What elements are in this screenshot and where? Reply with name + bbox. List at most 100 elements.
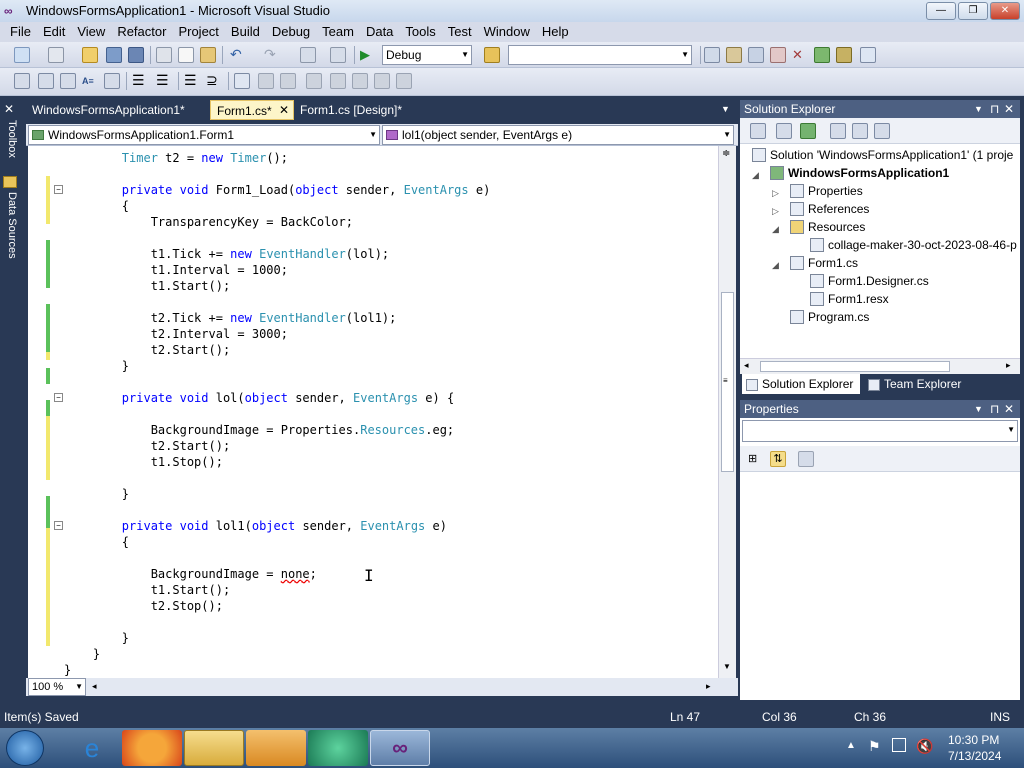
tree-resources[interactable]: Resources <box>790 220 865 234</box>
tab-overflow-icon[interactable]: ▼ <box>721 104 730 114</box>
new-project-icon[interactable] <box>14 47 30 63</box>
tree-program[interactable]: Program.cs <box>790 310 869 324</box>
member-list-icon[interactable] <box>14 73 30 89</box>
comment-out-icon[interactable]: ☰ <box>184 73 200 89</box>
flag-icon[interactable]: ⚑ <box>868 738 881 755</box>
media-player-icon[interactable] <box>246 730 306 766</box>
menu-data[interactable]: Data <box>360 22 399 42</box>
tree-form1-designer[interactable]: Form1.Designer.cs <box>810 274 929 288</box>
navigate-forward-icon[interactable] <box>330 47 346 63</box>
firefox-icon[interactable] <box>122 730 182 766</box>
redo-icon[interactable]: ↷ <box>264 47 280 63</box>
uncomment-icon[interactable]: ⊇ <box>206 73 222 89</box>
tree-form1[interactable]: Form1.cs <box>790 256 858 270</box>
member-dropdown[interactable]: lol1(object sender, EventArgs e) ▼ <box>382 125 734 145</box>
save-icon[interactable] <box>106 47 122 63</box>
menu-edit[interactable]: Edit <box>37 22 71 42</box>
alphabetical-icon[interactable]: ⇅ <box>770 451 786 467</box>
menu-help[interactable]: Help <box>536 22 575 42</box>
tab-team-explorer[interactable]: Team Explorer <box>864 374 982 394</box>
collapse-icon[interactable]: − <box>54 521 63 530</box>
configuration-select[interactable]: Debug ▼ <box>382 45 472 65</box>
next-bookmark-icon[interactable] <box>280 73 296 89</box>
data-sources-tab[interactable]: Data Sources <box>2 192 18 272</box>
find-combo[interactable]: ▼ <box>508 45 692 65</box>
menu-build[interactable]: Build <box>225 22 266 42</box>
tree-references[interactable]: References <box>790 202 869 216</box>
visual-studio-taskbar-icon[interactable]: ∞ <box>370 730 430 766</box>
pin-icon[interactable]: ⊓ <box>990 400 999 418</box>
dropdown-icon[interactable]: ▼ <box>974 100 983 118</box>
start-page-icon[interactable] <box>814 47 830 63</box>
menu-tools[interactable]: Tools <box>399 22 441 42</box>
menu-view[interactable]: View <box>71 22 111 42</box>
dropdown-icon[interactable]: ▼ <box>974 400 983 418</box>
start-button-icon[interactable] <box>6 730 44 766</box>
internet-explorer-icon[interactable]: e <box>62 730 122 766</box>
decrease-indent-icon[interactable]: ☰ <box>132 73 148 89</box>
show-hidden-icons-icon[interactable]: ▲ <box>846 740 856 751</box>
collapsed-arrow-icon[interactable]: ▷ <box>772 206 779 217</box>
next-bookmark-document-icon[interactable] <box>374 73 390 89</box>
expanded-arrow-icon[interactable]: ◢ <box>752 170 759 181</box>
volume-muted-icon[interactable]: 🔇 <box>916 738 933 755</box>
previous-bookmark-document-icon[interactable] <box>352 73 368 89</box>
toolbox-tab[interactable]: Toolbox <box>2 120 18 180</box>
increase-indent-icon[interactable]: ☰ <box>156 73 172 89</box>
scroll-down-icon[interactable]: ▼ <box>723 662 731 671</box>
code-editor[interactable]: − − − Timer t2 = new Timer(); private vo… <box>28 146 736 678</box>
tab-solution-explorer[interactable]: Solution Explorer <box>742 374 860 394</box>
clock-date[interactable]: 7/13/2024 <box>948 749 1001 763</box>
tree-solution[interactable]: Solution 'WindowsFormsApplication1' (1 p… <box>752 148 1013 162</box>
close-icon[interactable]: ✕ <box>1004 100 1014 118</box>
quick-info-icon[interactable] <box>60 73 76 89</box>
navigate-backward-icon[interactable] <box>300 47 316 63</box>
maximize-button[interactable]: ❐ <box>958 2 988 20</box>
pin-icon[interactable]: ⊓ <box>990 100 999 118</box>
network-icon[interactable] <box>892 738 906 752</box>
zoom-select[interactable]: 100 % ▼ <box>28 678 86 696</box>
cut-icon[interactable] <box>156 47 172 63</box>
property-pages-icon[interactable] <box>798 451 814 467</box>
pin-icon[interactable]: ✕ <box>4 102 14 116</box>
display-word-icon[interactable] <box>104 73 120 89</box>
class-view-icon[interactable] <box>836 47 852 63</box>
copy-icon[interactable] <box>178 47 194 63</box>
menu-test[interactable]: Test <box>442 22 478 42</box>
refresh-icon[interactable] <box>800 123 816 139</box>
menu-window[interactable]: Window <box>478 22 536 42</box>
categorized-icon[interactable]: ⊞ <box>748 451 764 467</box>
menu-file[interactable]: File <box>4 22 37 42</box>
menu-debug[interactable]: Debug <box>266 22 316 42</box>
tab-form1-design[interactable]: Form1.cs [Design]* <box>294 100 408 120</box>
menu-team[interactable]: Team <box>316 22 360 42</box>
collapse-icon[interactable]: − <box>54 185 63 194</box>
scroll-left-icon[interactable]: ◂ <box>744 360 749 371</box>
scroll-thumb[interactable] <box>760 361 950 372</box>
find-in-files-icon[interactable] <box>484 47 500 63</box>
properties-icon[interactable] <box>750 123 766 139</box>
menu-project[interactable]: Project <box>172 22 224 42</box>
previous-bookmark-icon[interactable] <box>258 73 274 89</box>
properties-window-icon[interactable] <box>726 47 742 63</box>
tree-form1-resx[interactable]: Form1.resx <box>810 292 889 306</box>
parameter-info-icon[interactable] <box>38 73 54 89</box>
expanded-arrow-icon[interactable]: ◢ <box>772 260 779 271</box>
tree-image-resource[interactable]: collage-maker-30-oct-2023-08-46-p <box>810 238 1017 252</box>
close-icon[interactable]: ✕ <box>1004 400 1014 418</box>
close-tab-icon[interactable]: ✕ <box>279 103 289 117</box>
toolbox-icon[interactable] <box>770 47 786 63</box>
file-explorer-icon[interactable] <box>184 730 244 766</box>
tree-project[interactable]: WindowsFormsApplication1 <box>770 166 949 180</box>
object-browser-icon[interactable] <box>748 47 764 63</box>
save-all-icon[interactable] <box>128 47 144 63</box>
extension-manager-icon[interactable]: ✕ <box>792 47 808 63</box>
split-icon[interactable]: ≑ <box>722 148 730 159</box>
open-folder-icon[interactable] <box>82 47 98 63</box>
scroll-right-icon[interactable]: ▸ <box>706 681 711 692</box>
vertical-scrollbar[interactable]: ≑ ≡ ▼ <box>718 146 736 678</box>
undo-icon[interactable]: ↶ <box>230 47 246 63</box>
solution-explorer-icon[interactable] <box>704 47 720 63</box>
command-window-icon[interactable] <box>860 47 876 63</box>
complete-word-icon[interactable]: A≡ <box>82 73 98 89</box>
